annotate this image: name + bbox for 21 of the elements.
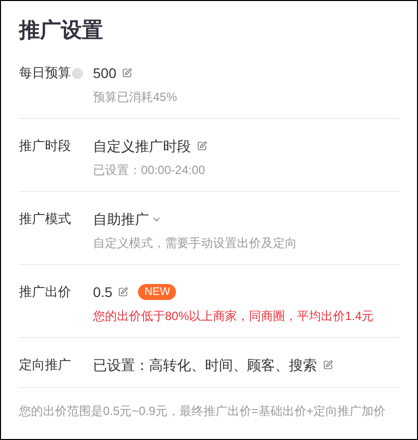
field-value: 自定义推广时段 [93,136,191,156]
new-badge: NEW [138,284,176,300]
field-value[interactable]: 自助推广 [93,208,149,230]
field-label: 推广模式 [19,210,71,228]
edit-icon[interactable] [323,360,333,370]
edit-icon[interactable] [118,287,128,297]
field-label: 每日预算 [19,64,71,82]
edit-icon[interactable] [122,68,132,78]
field-value: 已设置：高转化、时间、顾客、搜索 [93,356,317,374]
page-title: 推广设置 [19,18,104,44]
field-note: 预算已消耗45% [93,89,178,106]
field-value: 0.5 [93,282,112,302]
field-note: 自定义模式，需要手动设置出价及定向 [93,235,297,252]
edit-icon[interactable] [197,141,207,151]
field-label: 推广时段 [19,137,71,156]
field-label: 定向推广 [19,356,71,374]
field-note: 您的出价低于80%以上商家，同商圈，平均出价1.4元 [93,308,374,325]
field-note: 已设置：00:00-24:00 [93,162,206,179]
field-value: 500 [93,64,116,82]
footer-text: 您的出价范围是0.5元~0.9元，最终推广出价=基础出价+定向推广加价 [19,403,386,420]
field-label: 推广出价 [19,283,71,302]
